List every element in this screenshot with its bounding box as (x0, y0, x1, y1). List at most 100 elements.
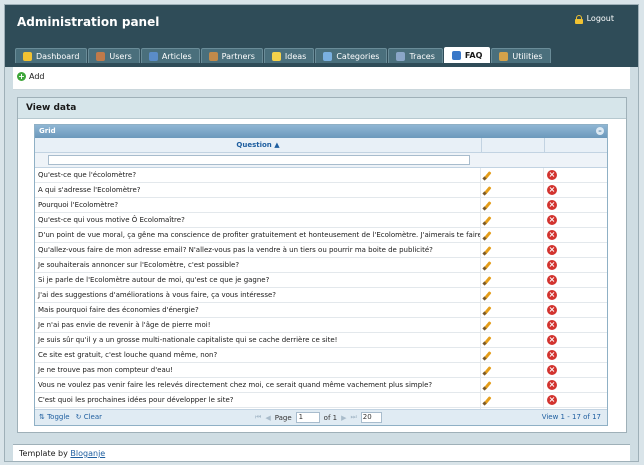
table-row[interactable]: Je souhaiterais annoncer sur l'Ecolomètr… (35, 258, 607, 273)
edit-cell (481, 348, 544, 362)
tab-faq[interactable]: FAQ (443, 47, 491, 63)
table-row[interactable]: Ce site est gratuit, c'est louche quand … (35, 348, 607, 363)
delete-icon[interactable]: × (547, 365, 557, 375)
delete-icon[interactable]: × (547, 350, 557, 360)
delete-cell: × (544, 303, 606, 317)
categories-icon (323, 51, 333, 61)
table-row[interactable]: Je n'ai pas envie de revenir à l'âge de … (35, 318, 607, 333)
edit-pencil-icon[interactable] (482, 381, 492, 391)
delete-icon[interactable]: × (547, 260, 557, 270)
table-row[interactable]: Qu'est-ce que l'écolomètre? × (35, 168, 607, 183)
delete-cell: × (544, 378, 606, 392)
tab-categories[interactable]: Categories (315, 48, 388, 63)
delete-icon[interactable]: × (547, 170, 557, 180)
delete-cell: × (544, 198, 606, 212)
delete-cell: × (544, 273, 606, 287)
edit-column-header (482, 138, 545, 152)
tab-ideas[interactable]: Ideas (263, 48, 315, 63)
grid-body: Qu'est-ce que l'écolomètre? × A qui s'adre… (35, 168, 607, 423)
page-input[interactable]: 1 (295, 412, 320, 423)
delete-icon[interactable]: × (547, 245, 557, 255)
table-row[interactable]: C'est quoi les prochaines idées pour dév… (35, 393, 607, 408)
question-cell: Je suis sûr qu'il y a un grosse multi-na… (35, 333, 481, 347)
tab-partners[interactable]: Partners (200, 48, 263, 63)
edit-pencil-icon[interactable] (482, 261, 492, 271)
delete-icon[interactable]: × (547, 230, 557, 240)
delete-icon[interactable]: × (547, 305, 557, 315)
delete-cell: × (544, 168, 606, 182)
delete-cell: × (544, 348, 606, 362)
clear-button[interactable]: ↻ Clear (76, 413, 102, 421)
footer-link[interactable]: Bloganje (70, 449, 105, 458)
table-row[interactable]: J'ai des suggestions d'améliorations à v… (35, 288, 607, 303)
table-row[interactable]: A qui s'adresse l'Ecolomètre? × (35, 183, 607, 198)
toggle-button[interactable]: ⇅ Toggle (39, 413, 70, 421)
edit-pencil-icon[interactable] (482, 246, 492, 256)
delete-icon[interactable]: × (547, 380, 557, 390)
collapse-icon[interactable]: – (596, 127, 604, 135)
tab-articles[interactable]: Articles (140, 48, 200, 63)
edit-pencil-icon[interactable] (482, 336, 492, 346)
edit-pencil-icon[interactable] (482, 291, 492, 301)
delete-icon[interactable]: × (547, 320, 557, 330)
edit-pencil-icon[interactable] (482, 366, 492, 376)
prev-page-icon[interactable]: ◀ (265, 414, 270, 422)
tab-label: Dashboard (36, 51, 80, 61)
question-cell: Vous ne voulez pas venir faire les relev… (35, 378, 481, 392)
table-row[interactable]: Je ne trouve pas mon compteur d'eau! × (35, 363, 607, 378)
last-page-icon[interactable]: ⏭ (350, 413, 356, 422)
table-row[interactable]: Qu'est-ce qui vous motive Ô Ecolomaître?… (35, 213, 607, 228)
table-row[interactable]: Vous ne voulez pas venir faire les relev… (35, 378, 607, 393)
delete-icon[interactable]: × (547, 185, 557, 195)
footer: Template by Bloganje (13, 444, 630, 461)
table-row[interactable]: Mais pourquoi faire des économies d'éner… (35, 303, 607, 318)
edit-pencil-icon[interactable] (482, 186, 492, 196)
edit-cell (481, 198, 544, 212)
add-button[interactable]: + Add (17, 72, 45, 81)
edit-pencil-icon[interactable] (482, 351, 492, 361)
edit-cell (481, 228, 544, 242)
tab-utilities[interactable]: Utilities (491, 48, 551, 63)
delete-icon[interactable]: × (547, 290, 557, 300)
tab-label: Categories (336, 51, 380, 61)
edit-pencil-icon[interactable] (482, 396, 492, 406)
delete-cell: × (544, 333, 606, 347)
table-row[interactable]: Si je parle de l'Ecolomètre autour de mo… (35, 273, 607, 288)
question-column-header[interactable]: Question ▲ (35, 138, 482, 152)
tab-traces[interactable]: Traces (388, 48, 443, 63)
clear-label: Clear (83, 413, 103, 421)
delete-icon[interactable]: × (547, 335, 557, 345)
edit-cell (481, 288, 544, 302)
table-row[interactable]: Je suis sûr qu'il y a un grosse multi-na… (35, 333, 607, 348)
table-row[interactable]: Qu'allez-vous faire de mon adresse email… (35, 243, 607, 258)
edit-pencil-icon[interactable] (482, 171, 492, 181)
next-page-icon[interactable]: ▶ (341, 414, 346, 422)
edit-pencil-icon[interactable] (482, 231, 492, 241)
delete-icon[interactable]: × (547, 215, 557, 225)
first-page-icon[interactable]: ⏮ (255, 413, 261, 422)
edit-pencil-icon[interactable] (482, 321, 492, 331)
delete-cell: × (544, 318, 606, 332)
faq-grid: Grid – Question ▲ Qu'est-ce que l'écolom… (34, 124, 608, 426)
delete-icon[interactable]: × (547, 200, 557, 210)
edit-pencil-icon[interactable] (482, 276, 492, 286)
footer-prefix: Template by (19, 449, 68, 458)
delete-cell: × (544, 288, 606, 302)
tab-dashboard[interactable]: Dashboard (15, 48, 88, 63)
rows-per-page-select[interactable]: 20 (360, 412, 382, 423)
grid-caption-label: Grid (39, 127, 56, 135)
logout-link[interactable]: Logout (574, 14, 614, 24)
delete-icon[interactable]: × (547, 395, 557, 405)
tab-users[interactable]: Users (88, 48, 140, 63)
table-row[interactable]: Pourquoi l'Ecolomètre? × (35, 198, 607, 213)
edit-pencil-icon[interactable] (482, 216, 492, 226)
question-header-label: Question (236, 141, 272, 149)
question-filter-input[interactable] (48, 155, 470, 165)
edit-pencil-icon[interactable] (482, 306, 492, 316)
edit-pencil-icon[interactable] (482, 201, 492, 211)
delete-icon[interactable]: × (547, 275, 557, 285)
question-cell: J'ai des suggestions d'améliorations à v… (35, 288, 481, 302)
table-row[interactable]: D'un point de vue moral, ça gêne ma cons… (35, 228, 607, 243)
header: Administration panel Logout Dashboard Use… (5, 5, 638, 67)
tab-label: Partners (221, 51, 255, 61)
